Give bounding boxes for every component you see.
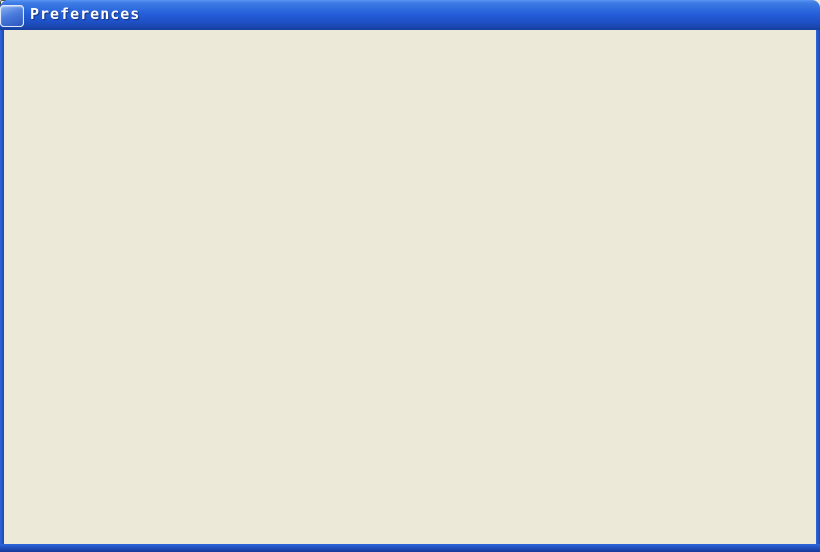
- dialog-background: [4, 30, 816, 544]
- titlebar[interactable]: Preferences: [0, 0, 820, 30]
- window-frame: [816, 30, 820, 544]
- close-button[interactable]: [0, 5, 24, 27]
- preferences-dialog: Preferences -General+AppearanceCompare/P…: [0, 0, 820, 552]
- window-title: Preferences: [30, 5, 140, 23]
- window-frame: [0, 544, 820, 552]
